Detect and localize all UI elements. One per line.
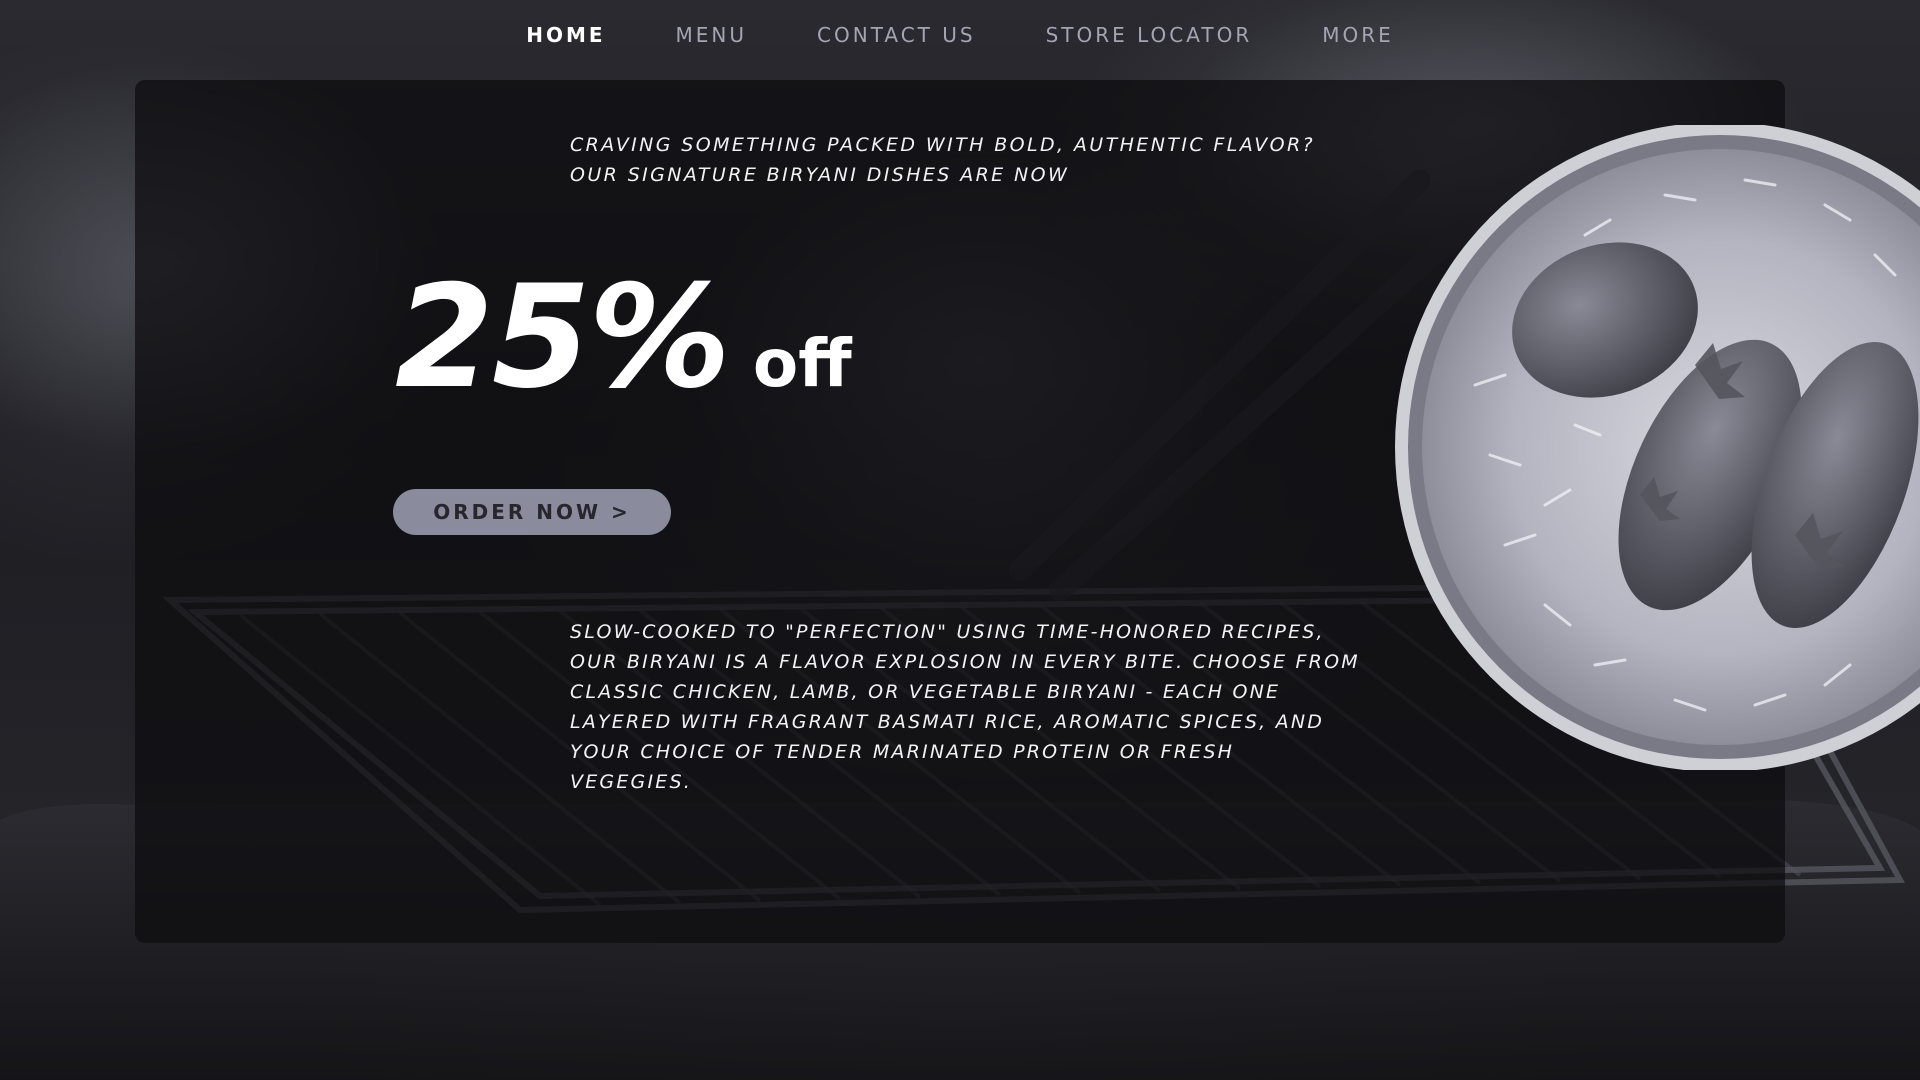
order-now-button[interactable]: ORDER NOW > bbox=[393, 489, 671, 535]
nav-home[interactable]: HOME bbox=[526, 23, 605, 47]
top-nav: HOME MENU CONTACT US STORE LOCATOR MORE bbox=[0, 0, 1920, 70]
biryani-bowl-image bbox=[1395, 125, 1920, 770]
discount-value: 25% bbox=[395, 255, 731, 420]
discount-suffix: off bbox=[752, 325, 852, 402]
nav-menu[interactable]: MENU bbox=[676, 23, 748, 47]
nav-contact-us[interactable]: CONTACT US bbox=[817, 23, 976, 47]
discount-heading: 25% off bbox=[395, 258, 852, 418]
hero-page: HOME MENU CONTACT US STORE LOCATOR MORE … bbox=[0, 0, 1920, 1080]
promo-description: SLOW-COOKED TO "PERFECTION" USING TIME-H… bbox=[570, 621, 1360, 793]
promo-intro-text: CRAVING SOMETHING PACKED WITH BOLD, AUTH… bbox=[570, 134, 1316, 186]
nav-store-locator[interactable]: STORE LOCATOR bbox=[1046, 23, 1253, 47]
nav-more[interactable]: MORE bbox=[1322, 23, 1394, 47]
